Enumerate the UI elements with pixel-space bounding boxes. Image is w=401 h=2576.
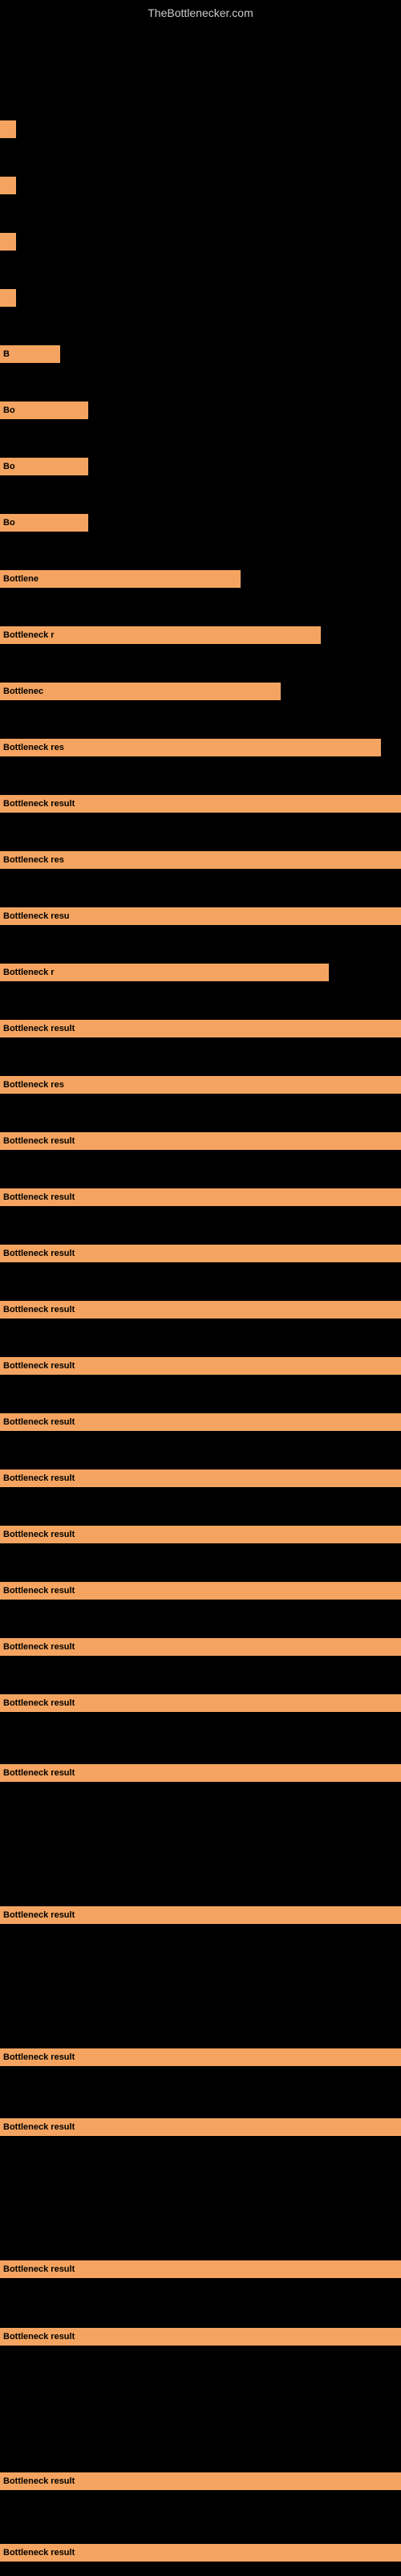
bottleneck-bar-10: Bottleneck r bbox=[0, 626, 321, 644]
bar-row: Bottleneck result bbox=[0, 1763, 401, 1783]
bar-row: Bottleneck result bbox=[0, 1412, 401, 1433]
bar-row: Bottleneck result bbox=[0, 2047, 401, 2068]
bottleneck-bar-26: Bottleneck result bbox=[0, 1526, 401, 1543]
bar-row: Bottleneck result bbox=[0, 1018, 401, 1039]
bar-row: Bottleneck result bbox=[0, 1905, 401, 1926]
bottleneck-bar-7: Bo bbox=[0, 458, 88, 475]
bar-row: B bbox=[0, 344, 401, 365]
bottleneck-bar-5: B bbox=[0, 345, 60, 363]
bar-row: Bottleneck result bbox=[0, 1187, 401, 1208]
bottleneck-bar-19: Bottleneck result bbox=[0, 1132, 401, 1150]
bottleneck-bar-21: Bottleneck result bbox=[0, 1245, 401, 1262]
bar-row: Bo bbox=[0, 400, 401, 421]
bar-row: Bottleneck result bbox=[0, 2259, 401, 2280]
bottleneck-bar-31: Bottleneck result bbox=[0, 1906, 401, 1924]
bar-row: Bottleneck res bbox=[0, 737, 401, 758]
bar-row bbox=[0, 287, 401, 312]
bottleneck-bar-20: Bottleneck result bbox=[0, 1188, 401, 1206]
bottleneck-bar-17: Bottleneck result bbox=[0, 1020, 401, 1037]
bar-row: Bottleneck result bbox=[0, 1131, 401, 1151]
bar-row: Bottleneck r bbox=[0, 962, 401, 983]
bar-row: Bottleneck result bbox=[0, 1355, 401, 1376]
bar-row: Bottleneck result bbox=[0, 1693, 401, 1714]
bar-row: Bottleneck result bbox=[0, 1299, 401, 1320]
bar-row bbox=[0, 175, 401, 200]
bar-row: Bottleneck result bbox=[0, 1243, 401, 1264]
bottleneck-bar-22: Bottleneck result bbox=[0, 1301, 401, 1319]
bottleneck-bar-2 bbox=[0, 177, 16, 194]
bar-row: Bottleneck result bbox=[0, 1636, 401, 1657]
bar-row: Bottleneck result bbox=[0, 2542, 401, 2563]
bottleneck-bar-11: Bottlenec bbox=[0, 683, 281, 700]
bar-row: Bottleneck res bbox=[0, 850, 401, 870]
bottleneck-bar-33: Bottleneck result bbox=[0, 2118, 401, 2136]
bottleneck-bar-35: Bottleneck result bbox=[0, 2328, 401, 2346]
bar-row: Bottleneck result bbox=[0, 2326, 401, 2347]
bottleneck-bar-27: Bottleneck result bbox=[0, 1582, 401, 1600]
bottleneck-bar-8: Bo bbox=[0, 514, 88, 532]
bar-row: Bottleneck result bbox=[0, 793, 401, 814]
bar-row: Bottleneck result bbox=[0, 2117, 401, 2138]
bar-row: Bo bbox=[0, 456, 401, 477]
bottleneck-bar-4 bbox=[0, 289, 16, 307]
bottleneck-bar-37: Bottleneck result bbox=[0, 2544, 401, 2562]
bar-row: Bottleneck result bbox=[0, 1468, 401, 1489]
bar-row: Bottleneck resu bbox=[0, 906, 401, 927]
bottleneck-bar-24: Bottleneck result bbox=[0, 1413, 401, 1431]
bottleneck-bar-15: Bottleneck resu bbox=[0, 907, 401, 925]
bottleneck-bar-3 bbox=[0, 233, 16, 251]
bottleneck-bar-23: Bottleneck result bbox=[0, 1357, 401, 1375]
bar-row: Bo bbox=[0, 512, 401, 533]
bottleneck-bar-16: Bottleneck r bbox=[0, 964, 329, 981]
bar-row: Bottlene bbox=[0, 569, 401, 589]
bottleneck-bar-25: Bottleneck result bbox=[0, 1469, 401, 1487]
bottleneck-bar-9: Bottlene bbox=[0, 570, 241, 588]
bar-row: Bottleneck res bbox=[0, 1074, 401, 1095]
bottleneck-bar-1 bbox=[0, 120, 16, 138]
bottleneck-bar-32: Bottleneck result bbox=[0, 2048, 401, 2066]
bottleneck-bar-29: Bottleneck result bbox=[0, 1694, 401, 1712]
bottleneck-bar-14: Bottleneck res bbox=[0, 851, 401, 869]
bottleneck-bar-36: Bottleneck result bbox=[0, 2472, 401, 2490]
bar-row: Bottlenec bbox=[0, 681, 401, 702]
site-title: TheBottlenecker.com bbox=[0, 0, 401, 22]
bar-row: Bottleneck result bbox=[0, 1580, 401, 1601]
bottleneck-bar-28: Bottleneck result bbox=[0, 1638, 401, 1656]
bar-row: Bottleneck r bbox=[0, 625, 401, 646]
bottleneck-bar-30: Bottleneck result bbox=[0, 1764, 401, 1782]
bottleneck-bar-13: Bottleneck result bbox=[0, 795, 401, 813]
bar-row: Bottleneck result bbox=[0, 1524, 401, 1545]
bottleneck-bar-12: Bottleneck res bbox=[0, 739, 381, 756]
bottleneck-bar-34: Bottleneck result bbox=[0, 2260, 401, 2278]
bar-row bbox=[0, 231, 401, 256]
bar-row bbox=[0, 119, 401, 144]
bar-row: Bottleneck result bbox=[0, 2471, 401, 2492]
bottleneck-bar-18: Bottleneck res bbox=[0, 1076, 401, 1094]
bottleneck-bar-6: Bo bbox=[0, 401, 88, 419]
